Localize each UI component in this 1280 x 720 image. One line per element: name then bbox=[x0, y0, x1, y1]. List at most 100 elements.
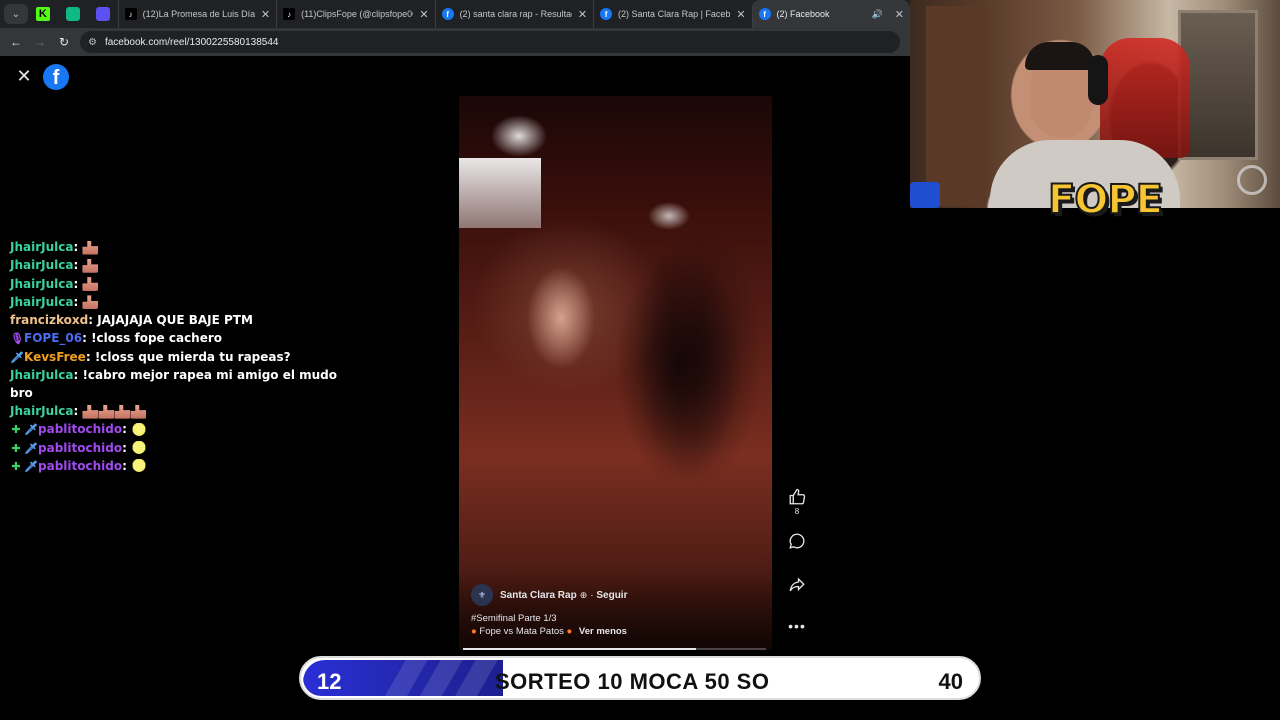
tab-title: (11)ClipsFope (@clipsfope06) | bbox=[301, 9, 414, 19]
hand-emote-icon bbox=[98, 404, 115, 419]
chat-text: JAJAJAJA QUE BAJE PTM bbox=[97, 313, 253, 328]
gem-badge-icon: ✚ bbox=[11, 441, 21, 455]
like-count: 8 bbox=[794, 507, 800, 516]
chat-username[interactable]: JhairJulca bbox=[10, 277, 73, 291]
chat-username[interactable]: JhairJulca bbox=[10, 258, 73, 272]
like-button[interactable]: 8 bbox=[783, 488, 811, 516]
chat-message: JhairJulca: bbox=[10, 402, 355, 420]
share-icon bbox=[789, 577, 805, 592]
chat-message: JhairJulca: bbox=[10, 238, 355, 256]
close-icon[interactable]: ✕ bbox=[261, 8, 270, 21]
sword-badge-icon: 🗡 bbox=[24, 423, 38, 437]
fire-icon: ● bbox=[471, 626, 477, 637]
chat-message: JhairJulca: !cabro mejor rapea mi amigo … bbox=[10, 366, 355, 402]
browser-tab[interactable]: ♪ (11)ClipsFope (@clipsfope06) | ✕ bbox=[276, 0, 434, 28]
video-progress-fill bbox=[463, 648, 697, 650]
chat-username[interactable]: pablitochido bbox=[38, 422, 122, 436]
comment-button[interactable] bbox=[783, 532, 811, 550]
back-button[interactable]: ← bbox=[4, 30, 28, 54]
chat-separator: : bbox=[122, 458, 132, 473]
browser-tab[interactable]: f (2) santa clara rap - Resultados ✕ bbox=[434, 0, 593, 28]
tab-strip: ⌄ K ♪ (12)La Promesa de Luis Díaz: Un ✕ … bbox=[0, 0, 911, 28]
video-progress-bar[interactable] bbox=[463, 648, 766, 650]
chat-message: ✚ 🗡pablitochido: bbox=[10, 457, 355, 475]
ticker-body: 12 SORTEO 10 MOCA 50 SO 40 bbox=[303, 660, 977, 696]
ticker-right-number: 40 bbox=[938, 669, 963, 694]
reel-caption-line2: ● Fope vs Mata Patos ● Ver menos bbox=[471, 626, 627, 637]
ellipsis-icon: ••• bbox=[788, 618, 806, 634]
hand-emote-icon bbox=[82, 404, 99, 419]
chat-username[interactable]: JhairJulca bbox=[10, 404, 73, 418]
gem-badge-icon: ✚ bbox=[11, 459, 21, 473]
chat-username[interactable]: pablitochido bbox=[38, 459, 122, 473]
video-scene bbox=[521, 238, 601, 428]
hand-emote-icon bbox=[130, 404, 147, 419]
share-button[interactable] bbox=[783, 576, 811, 594]
browser-tab[interactable]: ♪ (12)La Promesa de Luis Díaz: Un ✕ bbox=[117, 0, 276, 28]
follow-button[interactable]: Seguir bbox=[596, 590, 627, 601]
chat-username[interactable]: KevsFree bbox=[24, 350, 86, 364]
chat-username[interactable]: JhairJulca bbox=[10, 240, 73, 254]
facebook-icon: f bbox=[441, 8, 454, 20]
reel-video[interactable] bbox=[459, 96, 772, 650]
ticker-stripe bbox=[380, 660, 428, 696]
chat-text: !closs fope cachero bbox=[91, 331, 223, 346]
see-less-link[interactable]: Ver menos bbox=[579, 626, 627, 637]
app-icon bbox=[95, 7, 110, 21]
pinned-tab-green[interactable] bbox=[58, 0, 88, 28]
chat-message: JhairJulca: bbox=[10, 275, 355, 293]
tab-title: (12)La Promesa de Luis Díaz: Un bbox=[142, 9, 255, 19]
comment-icon bbox=[789, 533, 805, 549]
pinned-tab-kick[interactable]: K bbox=[28, 0, 58, 28]
hand-emote-icon bbox=[82, 240, 99, 255]
globe-icon: ⊕ bbox=[579, 589, 588, 600]
close-icon[interactable]: ✕ bbox=[578, 8, 587, 21]
close-icon[interactable]: ✕ bbox=[895, 8, 904, 21]
overwatch-icon bbox=[1237, 165, 1267, 195]
pinned-tab-blue[interactable] bbox=[88, 0, 118, 28]
ticker-left-number: 12 bbox=[317, 669, 342, 694]
address-bar[interactable]: ⚙ facebook.com/reel/1300225580138544 bbox=[80, 31, 900, 53]
chat-username[interactable]: JhairJulca bbox=[10, 368, 73, 382]
close-icon[interactable]: ✕ bbox=[14, 66, 34, 86]
webcam-scene bbox=[910, 182, 940, 208]
fire-icon: ● bbox=[566, 626, 573, 637]
chat-username[interactable]: JhairJulca bbox=[10, 295, 73, 309]
fope-overlay-logo: FOPE bbox=[1047, 176, 1164, 224]
chat-message: francizkoxd: JAJAJAJA QUE BAJE PTM bbox=[10, 311, 355, 329]
close-icon[interactable]: ✕ bbox=[419, 8, 428, 21]
close-icon[interactable]: ✕ bbox=[736, 8, 745, 21]
hand-emote-icon bbox=[82, 295, 99, 310]
app-icon bbox=[65, 7, 80, 21]
hand-emote-icon bbox=[82, 277, 99, 292]
browser-tab-active[interactable]: f (2) Facebook 🔊 ✕ bbox=[751, 0, 911, 28]
chat-separator: : bbox=[73, 258, 83, 273]
speaker-icon[interactable]: 🔊 bbox=[872, 9, 883, 20]
chat-separator: : bbox=[85, 349, 95, 364]
chat-separator: : bbox=[122, 440, 132, 455]
chevron-down-icon: ⌄ bbox=[11, 8, 21, 20]
more-options-button[interactable]: ••• bbox=[783, 618, 811, 634]
author-name[interactable]: Santa Clara Rap bbox=[500, 590, 577, 601]
headset-icon bbox=[1088, 55, 1108, 105]
reel-author: ⚜ Santa Clara Rap ⊕ · Seguir bbox=[471, 584, 627, 606]
facebook-icon: f bbox=[600, 8, 613, 20]
reload-button[interactable]: ↻ bbox=[52, 30, 76, 54]
chat-username[interactable]: francizkoxd bbox=[10, 313, 88, 327]
avatar[interactable]: ⚜ bbox=[471, 584, 493, 606]
tab-search-button[interactable]: ⌄ bbox=[4, 4, 28, 24]
forward-button[interactable]: → bbox=[28, 30, 52, 54]
chat-username[interactable]: FOPE_06 bbox=[24, 331, 82, 345]
browser-tab[interactable]: f (2) Santa Clara Rap | Facebook ✕ bbox=[593, 0, 751, 28]
facebook-logo[interactable]: f bbox=[43, 64, 69, 90]
video-scene bbox=[609, 226, 749, 506]
chat-message: 🎙FOPE_06: !closs fope cachero bbox=[10, 329, 355, 347]
chat-username[interactable]: pablitochido bbox=[38, 441, 122, 455]
chat-separator: : bbox=[73, 404, 83, 419]
site-info-icon[interactable]: ⚙ bbox=[88, 37, 97, 48]
chat-separator: : bbox=[73, 294, 83, 309]
mic-badge-icon: 🎙 bbox=[10, 332, 24, 346]
hand-emote-icon bbox=[114, 404, 131, 419]
webcam-scene bbox=[1025, 42, 1095, 70]
caption-text: Fope vs Mata Patos bbox=[479, 626, 564, 637]
